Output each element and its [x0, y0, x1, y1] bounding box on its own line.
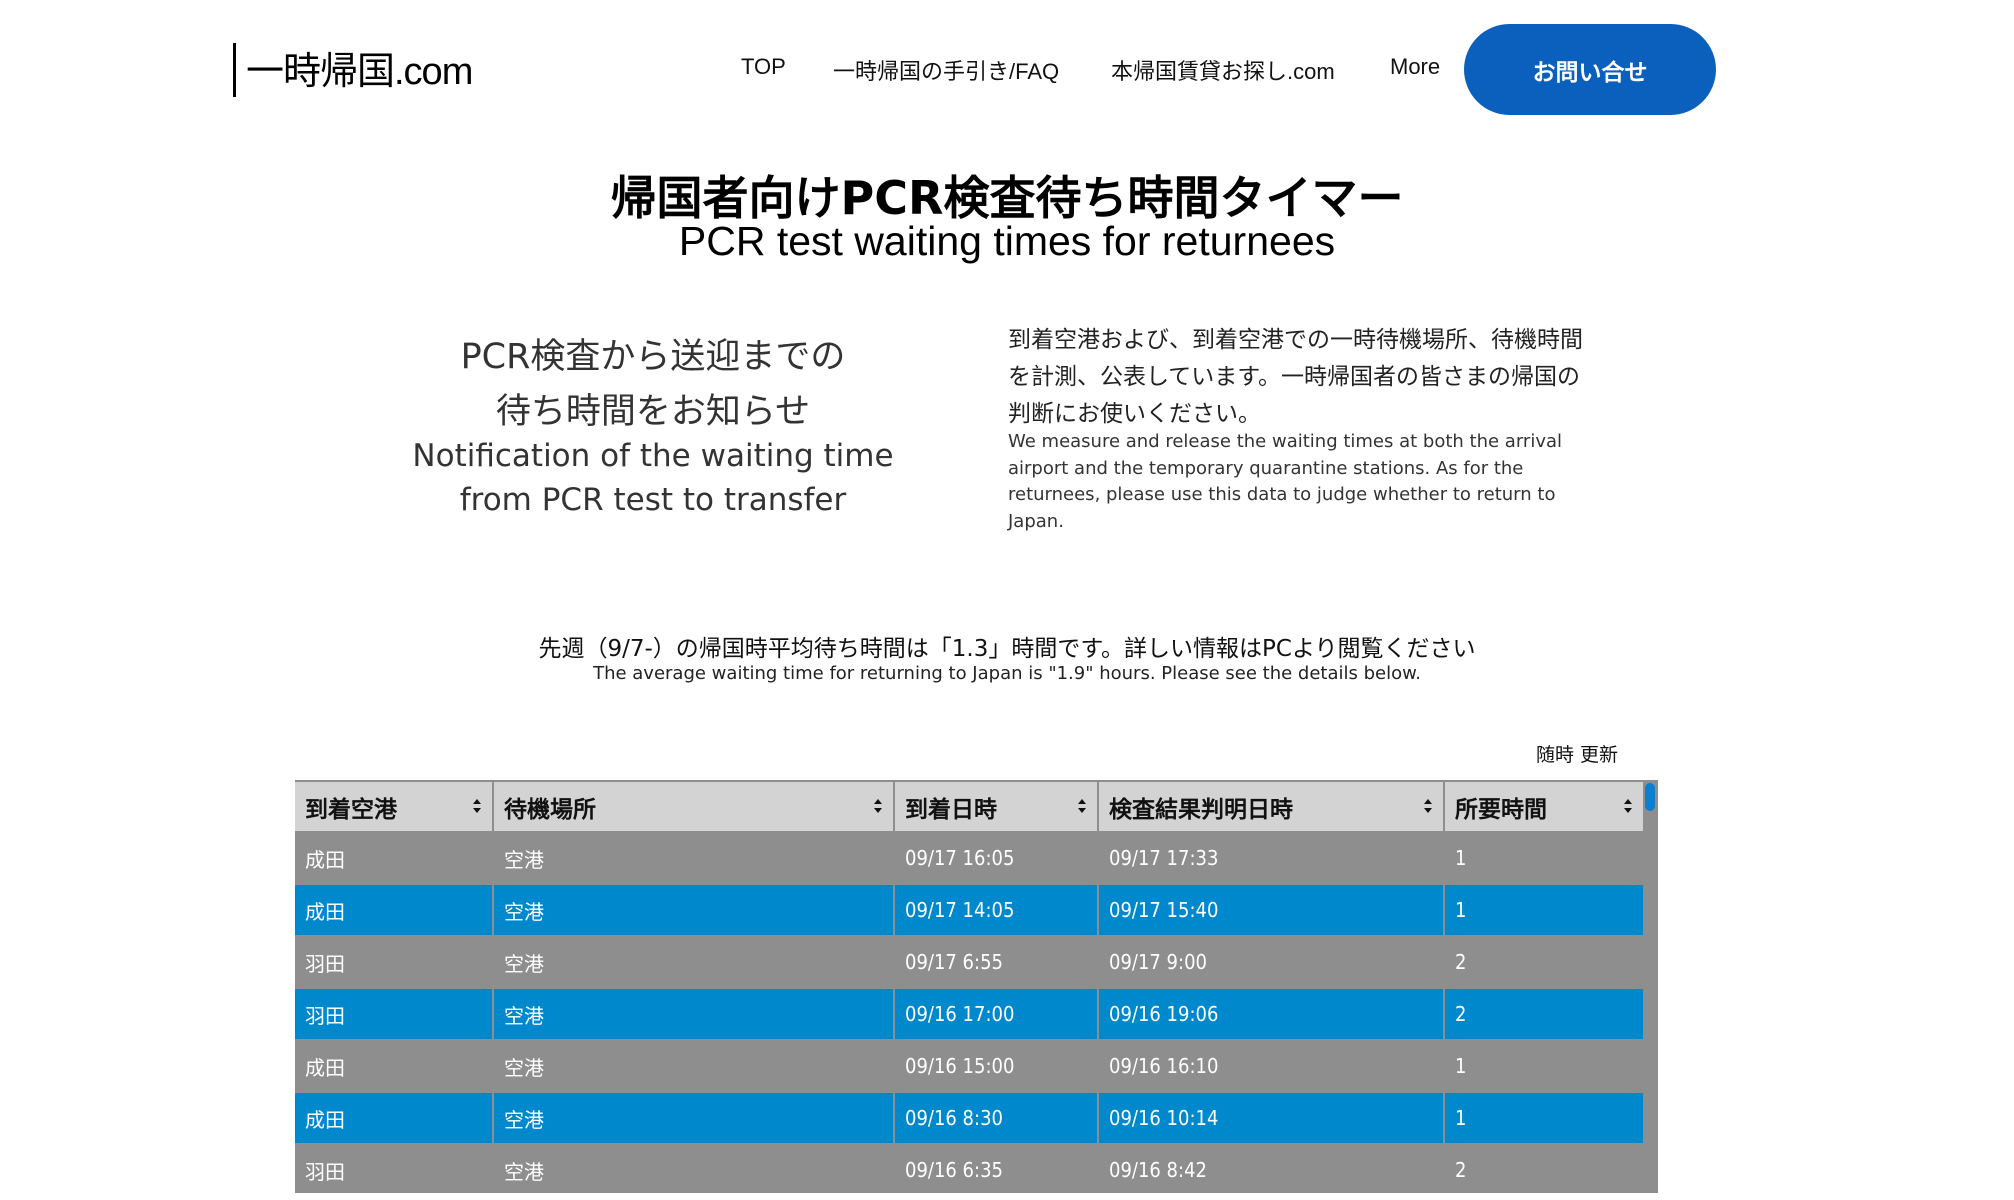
sort-icon[interactable] [873, 796, 883, 816]
cell-arrival-datetime: 09/16 15:00 [895, 1041, 1097, 1091]
cell-waiting-place: 空港 [494, 833, 893, 883]
cell-duration: 2 [1445, 937, 1643, 987]
waiting-times-table[interactable]: 到着空港 待機場所 到着日時 検査結果判明日時 所要時間 成田 空港 09/17 16:05… [295, 780, 1658, 1193]
column-header-label: 待機場所 [504, 796, 596, 823]
nav-rental-search[interactable]: 本帰国賃貸お探し.com [1111, 54, 1335, 86]
cell-duration: 1 [1445, 1093, 1643, 1143]
cell-arrival-airport: 成田 [295, 1041, 492, 1091]
contact-button[interactable]: お問い合せ [1464, 24, 1716, 115]
cell-duration: 2 [1445, 989, 1643, 1039]
cell-arrival-datetime: 09/16 6:35 [895, 1145, 1097, 1193]
average-waiting-ja: 先週（9/7-）の帰国時平均待ち時間は「1.3」時間です。詳しい情報はPCより閲… [538, 636, 1476, 662]
cell-waiting-place: 空港 [494, 1093, 893, 1143]
site-logo[interactable]: 一時帰国.com [246, 40, 473, 95]
cell-result-datetime: 09/16 19:06 [1099, 989, 1443, 1039]
cell-arrival-airport: 成田 [295, 833, 492, 883]
subtitle-ja-line1: PCR検査から送迎までの [460, 337, 846, 377]
column-header-label: 所要時間 [1455, 796, 1547, 823]
cell-result-datetime: 09/17 15:40 [1099, 885, 1443, 935]
description-ja: 到着空港および、到着空港での一時待機場所、待機時間を計測、公表しています。一時帰… [1008, 327, 1583, 427]
cell-waiting-place: 空港 [494, 1145, 893, 1193]
column-header-result-datetime[interactable]: 検査結果判明日時 [1099, 782, 1443, 831]
column-header-waiting-place[interactable]: 待機場所 [494, 782, 893, 831]
cell-arrival-datetime: 09/16 8:30 [895, 1093, 1097, 1143]
nav-top[interactable]: TOP [741, 54, 786, 80]
column-header-label: 検査結果判明日時 [1109, 796, 1293, 823]
cell-result-datetime: 09/17 9:00 [1099, 937, 1443, 987]
subtitle-en-line2: from PCR test to transfer [459, 482, 847, 518]
sort-icon[interactable] [472, 796, 482, 816]
cell-waiting-place: 空港 [494, 1041, 893, 1091]
column-header-duration[interactable]: 所要時間 [1445, 782, 1643, 831]
cell-duration: 1 [1445, 833, 1643, 883]
average-waiting-en: The average waiting time for returning t… [593, 663, 1421, 684]
column-header-arrival-airport[interactable]: 到着空港 [295, 782, 492, 831]
cell-arrival-airport: 羽田 [295, 989, 492, 1039]
cell-arrival-datetime: 09/17 16:05 [895, 833, 1097, 883]
cell-arrival-datetime: 09/16 17:00 [895, 989, 1097, 1039]
sort-icon[interactable] [1423, 796, 1433, 816]
table-scrollbar[interactable] [1643, 780, 1658, 1193]
cell-arrival-airport: 成田 [295, 885, 492, 935]
cell-result-datetime: 09/17 17:33 [1099, 833, 1443, 883]
column-header-arrival-datetime[interactable]: 到着日時 [895, 782, 1097, 831]
logo-divider [233, 43, 236, 97]
column-header-label: 到着空港 [305, 796, 397, 823]
nav-more[interactable]: More [1390, 54, 1440, 80]
cell-waiting-place: 空港 [494, 989, 893, 1039]
cell-duration: 1 [1445, 885, 1643, 935]
sort-icon[interactable] [1623, 796, 1633, 816]
cell-duration: 2 [1445, 1145, 1643, 1193]
update-note: 随時 更新 [1536, 744, 1619, 766]
column-header-label: 到着日時 [905, 796, 997, 823]
cell-result-datetime: 09/16 16:10 [1099, 1041, 1443, 1091]
cell-waiting-place: 空港 [494, 885, 893, 935]
cell-arrival-airport: 羽田 [295, 1145, 492, 1193]
cell-result-datetime: 09/16 10:14 [1099, 1093, 1443, 1143]
page-title-en: PCR test waiting times for returnees [678, 218, 1336, 264]
scrollbar-thumb[interactable] [1645, 783, 1655, 811]
cell-arrival-airport: 羽田 [295, 937, 492, 987]
nav-guide-faq[interactable]: 一時帰国の手引き/FAQ [833, 54, 1059, 86]
cell-arrival-datetime: 09/17 14:05 [895, 885, 1097, 935]
cell-duration: 1 [1445, 1041, 1643, 1091]
cell-arrival-datetime: 09/17 6:55 [895, 937, 1097, 987]
subtitle-ja-line2: 待ち時間をお知らせ [495, 392, 811, 432]
description-en: We measure and release the waiting times… [1008, 431, 1563, 532]
subtitle-en-line1: Notification of the waiting time [412, 438, 894, 474]
cell-result-datetime: 09/16 8:42 [1099, 1145, 1443, 1193]
cell-waiting-place: 空港 [494, 937, 893, 987]
cell-arrival-airport: 成田 [295, 1093, 492, 1143]
sort-icon[interactable] [1077, 796, 1087, 816]
